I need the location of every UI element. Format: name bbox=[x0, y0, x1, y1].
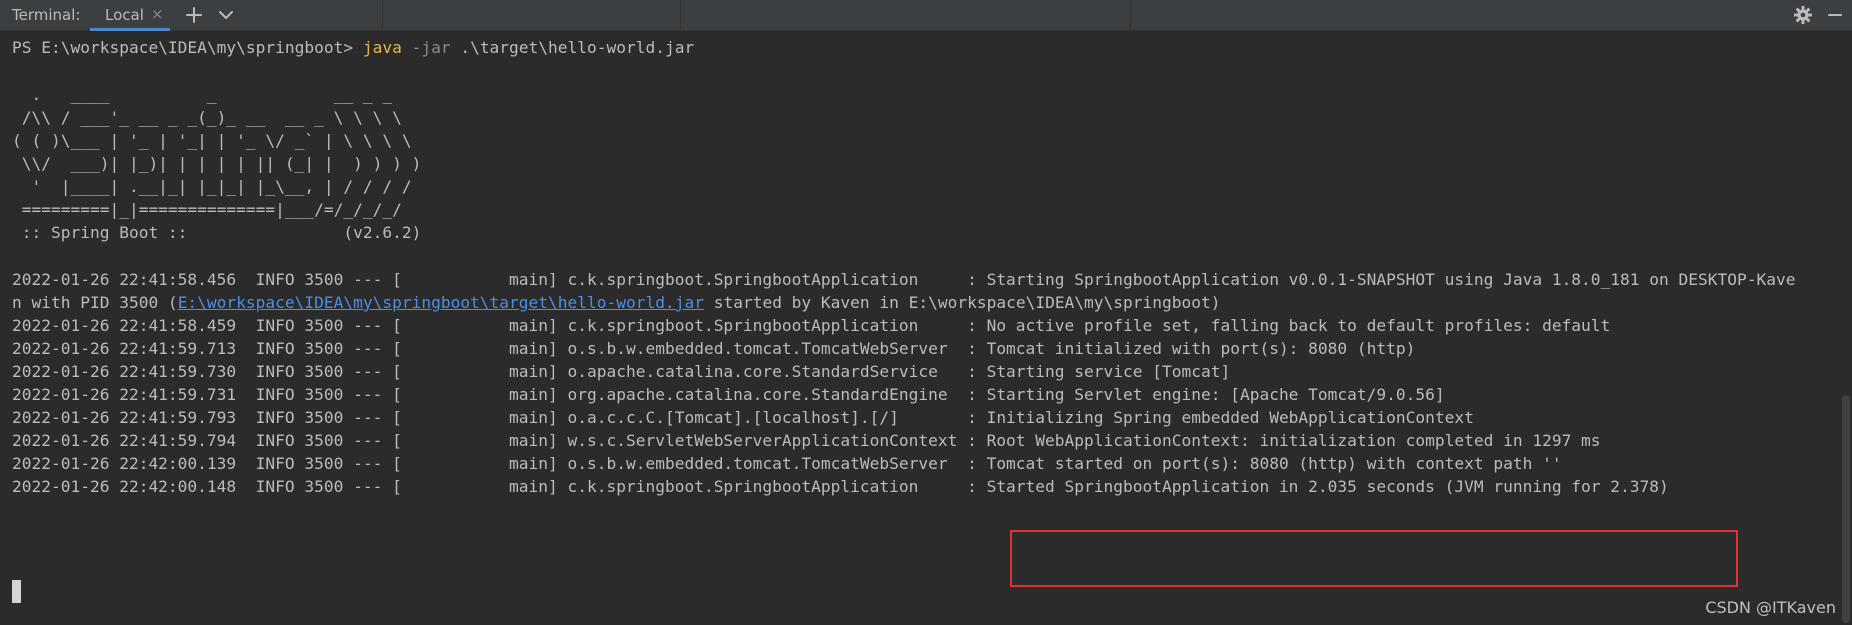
command-flag: -jar bbox=[401, 38, 451, 57]
banner-line: /\\ / ___'_ __ _ _(_)_ __ __ _ \ \ \ \ bbox=[12, 108, 402, 127]
header-divider bbox=[680, 0, 681, 31]
jar-path-link[interactable]: E:\workspace\IDEA\my\springboot\target\h… bbox=[178, 293, 704, 312]
log-line: 2022-01-26 22:41:59.731 INFO 3500 --- [ … bbox=[12, 385, 1445, 404]
log-line: 2022-01-26 22:41:59.793 INFO 3500 --- [ … bbox=[12, 408, 1474, 427]
log-text: n with PID 3500 ( bbox=[12, 293, 178, 312]
log-line: 2022-01-26 22:42:00.139 INFO 3500 --- [ … bbox=[12, 454, 1562, 473]
vertical-scrollbar[interactable] bbox=[1842, 395, 1850, 623]
annotation-highlight-box bbox=[1010, 530, 1738, 587]
log-text: started by Kaven in E:\workspace\IDEA\my… bbox=[703, 293, 1221, 312]
settings-button[interactable] bbox=[1792, 4, 1814, 26]
banner-line: ( ( )\___ | '_ | '_| | '_ \/ _` | \ \ \ … bbox=[12, 131, 412, 150]
gear-icon bbox=[1794, 6, 1812, 24]
command-arg: .\target\hello-world.jar bbox=[450, 38, 695, 57]
sessions-dropdown-button[interactable] bbox=[215, 4, 237, 26]
terminal-toolwindow-header: Terminal: Local × bbox=[0, 0, 1852, 31]
close-icon[interactable]: × bbox=[151, 6, 165, 22]
header-divider bbox=[1130, 0, 1131, 31]
log-line: 2022-01-26 22:41:59.794 INFO 3500 --- [ … bbox=[12, 431, 1601, 450]
prompt-text: PS E:\workspace\IDEA\my\springboot> bbox=[12, 38, 363, 57]
banner-version-line: :: Spring Boot :: (v2.6.2) bbox=[12, 223, 422, 242]
plus-icon bbox=[186, 7, 202, 23]
log-line: 2022-01-26 22:41:59.730 INFO 3500 --- [ … bbox=[12, 362, 1231, 381]
command-line: PS E:\workspace\IDEA\my\springboot> java… bbox=[12, 36, 694, 60]
log-line: 2022-01-26 22:42:00.148 INFO 3500 --- [ … bbox=[12, 477, 1669, 496]
minimize-icon bbox=[1828, 14, 1842, 16]
banner-line: . ____ _ __ _ _ bbox=[12, 85, 393, 104]
log-line: 2022-01-26 22:41:58.456 INFO 3500 --- [ … bbox=[12, 270, 1796, 289]
watermark: CSDN @ITKaven bbox=[1705, 598, 1836, 617]
toolwindow-title: Terminal: bbox=[12, 6, 81, 24]
banner-line: ' |____| .__|_| |_|_| |_\__, | / / / / bbox=[12, 177, 412, 196]
hide-toolwindow-button[interactable] bbox=[1824, 4, 1846, 26]
tab-local[interactable]: Local × bbox=[90, 0, 170, 31]
banner-line: =========|_|==============|___/=/_/_/_/ bbox=[12, 200, 402, 219]
tab-label: Local bbox=[105, 6, 144, 24]
header-divider bbox=[382, 0, 383, 31]
command-java: java bbox=[362, 38, 402, 57]
log-line: 2022-01-26 22:41:58.459 INFO 3500 --- [ … bbox=[12, 316, 1611, 335]
chevron-down-icon bbox=[219, 11, 233, 19]
new-session-button[interactable] bbox=[183, 4, 205, 26]
terminal-cursor bbox=[12, 580, 21, 603]
log-line-wrap: n with PID 3500 (E:\workspace\IDEA\my\sp… bbox=[12, 291, 1221, 315]
banner-line: \\/ ___)| |_)| | | | | || (_| | ) ) ) ) bbox=[12, 154, 422, 173]
log-line: 2022-01-26 22:41:59.713 INFO 3500 --- [ … bbox=[12, 339, 1416, 358]
